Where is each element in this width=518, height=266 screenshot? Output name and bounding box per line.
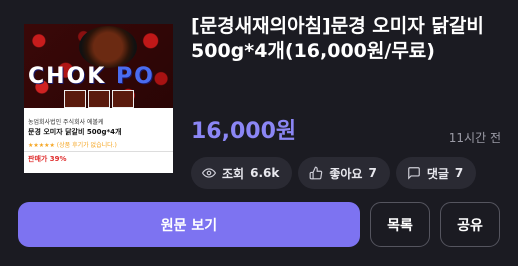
likes-label: 좋아요 bbox=[329, 166, 363, 181]
thumbnail-seller: 농업회사법인 주식회사 에볼케 bbox=[28, 119, 104, 126]
divider bbox=[24, 151, 173, 152]
product-thumbnail[interactable]: CHOK PO 농업회사법인 주식회사 에볼케 문경 오미자 닭갈비 500g*… bbox=[24, 24, 173, 173]
comment-icon bbox=[407, 167, 420, 180]
thumbnail-mini-image bbox=[112, 90, 134, 108]
likes-chip[interactable]: 좋아요 7 bbox=[298, 157, 390, 189]
brand-logo: CHOK PO bbox=[28, 64, 155, 89]
comments-value: 7 bbox=[454, 166, 464, 180]
comments-label: 댓글 bbox=[426, 166, 449, 181]
post-time: 11시간 전 bbox=[448, 131, 501, 145]
dakgalbi-dish-image bbox=[79, 26, 137, 68]
thumbnail-price: 판매가 39% bbox=[28, 155, 67, 163]
list-button[interactable]: 목록 bbox=[370, 202, 430, 247]
thumbs-up-icon bbox=[309, 166, 323, 180]
share-button[interactable]: 공유 bbox=[440, 202, 500, 247]
thumbnail-rating: ★★★★★ (상품 후기가 없습니다.) bbox=[28, 142, 117, 149]
thumbnail-mini-image bbox=[64, 90, 86, 108]
stats-row: 조회 6.6k 좋아요 7 댓글 7 bbox=[191, 157, 477, 189]
post-price: 16,000원 bbox=[191, 119, 297, 144]
view-original-button[interactable]: 원문 보기 bbox=[18, 202, 360, 247]
views-chip: 조회 6.6k bbox=[191, 157, 293, 189]
likes-value: 7 bbox=[368, 166, 377, 180]
views-value: 6.6k bbox=[250, 166, 280, 180]
thumbnail-product-title: 문경 오미자 닭갈비 500g*4개 bbox=[28, 128, 122, 136]
views-label: 조회 bbox=[222, 166, 245, 181]
thumbnail-mini-image bbox=[88, 90, 110, 108]
comments-chip[interactable]: 댓글 7 bbox=[395, 157, 477, 189]
eye-icon bbox=[202, 168, 216, 178]
post-title[interactable]: [문경새재의아침]문경 오미자 닭갈비 500g*4개(16,000원/무료) bbox=[191, 14, 501, 64]
